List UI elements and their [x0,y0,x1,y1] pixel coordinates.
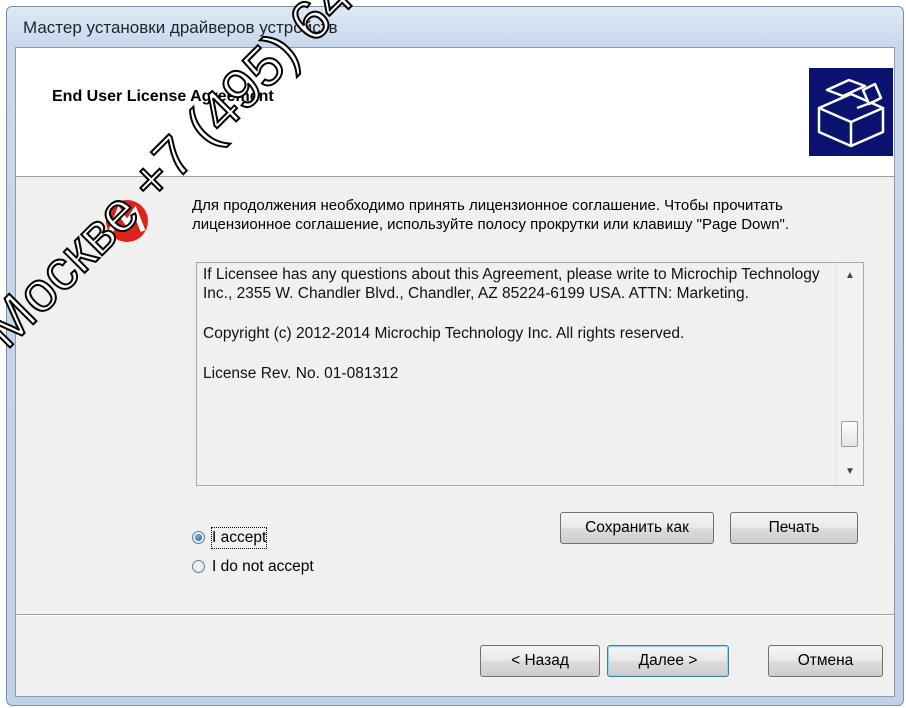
window-title: Мастер установки драйверов устройств [23,18,338,37]
microchip-logo-icon [102,198,152,244]
scroll-up-arrow-icon[interactable]: ▲ [837,265,863,287]
back-button[interactable]: < Назад [480,645,600,677]
title-bar[interactable]: Мастер установки драйверов устройств [7,7,903,47]
wizard-header: End User License Agreement [16,48,894,177]
accept-radio-button[interactable] [192,531,205,544]
accept-radio-label[interactable]: I accept [210,527,268,549]
license-paragraph: If Licensee has any questions about this… [203,266,820,302]
save-as-button[interactable]: Сохранить как [560,512,714,544]
license-paragraph: Copyright (c) 2012-2014 Microchip Techno… [203,325,685,342]
scroll-down-arrow-icon[interactable]: ▼ [837,461,863,483]
license-text-box[interactable]: If Licensee has any questions about this… [196,262,864,486]
license-text: If Licensee has any questions about this… [203,265,831,404]
installer-box-icon [809,68,893,156]
instructions-text: Для продолжения необходимо принять лицен… [192,197,790,233]
not-accept-radio-button[interactable] [192,560,205,573]
page-title: End User License Agreement [52,88,274,105]
installer-window: Мастер установки драйверов устройств End… [6,6,904,706]
not-accept-radio-label[interactable]: I do not accept [212,557,314,577]
separator [16,614,894,616]
print-button[interactable]: Печать [730,512,858,544]
license-paragraph: License Rev. No. 01-081312 [203,365,399,382]
scrollbar-thumb[interactable] [841,421,858,447]
next-button[interactable]: Далее > [607,645,729,677]
wizard-client-area: End User License Agreement Для продолжен… [15,47,895,697]
vertical-scrollbar[interactable]: ▲ ▼ [836,263,863,485]
cancel-button[interactable]: Отмена [768,645,883,677]
